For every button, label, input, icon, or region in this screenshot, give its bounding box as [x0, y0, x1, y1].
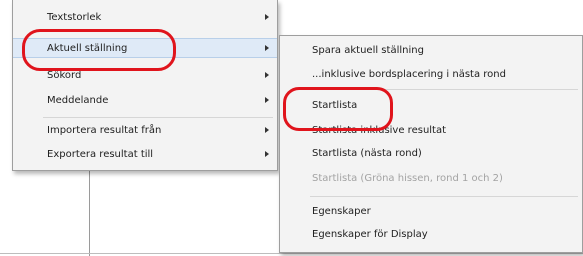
- menu-item-label: Startlista: [312, 100, 358, 111]
- menu-item-aktuell-stallning[interactable]: Aktuell ställning: [13, 38, 277, 58]
- menu-item-startlista-grona-hissen: Startlista (Gröna hissen, rond 1 och 2): [280, 169, 582, 189]
- window-border-bottom: [0, 253, 583, 254]
- menu-item-meddelande[interactable]: Meddelande: [13, 91, 277, 111]
- menu-item-exportera[interactable]: Exportera resultat till: [13, 145, 277, 165]
- submenu-arrow-icon: [265, 14, 269, 20]
- menu-item-egenskaper-for-display[interactable]: Egenskaper för Display: [280, 225, 582, 245]
- menu-item-importera[interactable]: Importera resultat från: [13, 121, 277, 141]
- menu-item-label: Startlista (Gröna hissen, rond 1 och 2): [312, 173, 503, 184]
- submenu-arrow-icon: [265, 45, 269, 51]
- menu-item-label: Egenskaper för Display: [312, 229, 428, 240]
- menu-item-spara-aktuell-stallning[interactable]: Spara aktuell ställning: [280, 41, 582, 61]
- menu-item-label: Aktuell ställning: [47, 43, 128, 54]
- menu-item-textstorlek[interactable]: Textstorlek: [13, 8, 277, 28]
- menu-separator: [310, 89, 578, 90]
- menu-item-label: Exportera resultat till: [47, 149, 154, 160]
- menu-item-label: Spara aktuell ställning: [312, 45, 424, 56]
- menu-separator: [310, 196, 578, 197]
- menu-item-sokord[interactable]: Sökord: [13, 66, 277, 86]
- menu-item-egenskaper[interactable]: Egenskaper: [280, 202, 582, 222]
- menu-item-label: Textstorlek: [47, 12, 102, 23]
- context-menu: Textstorlek Aktuell ställning Sökord Med…: [12, 0, 278, 171]
- menu-item-label: Startlista inklusive resultat: [312, 125, 447, 136]
- menu-item-startlista-nasta-rond[interactable]: Startlista (nästa rond): [280, 144, 582, 164]
- submenu-arrow-icon: [265, 72, 269, 78]
- menu-item-inklusive-bordsplacering[interactable]: ...inklusive bordsplacering i nästa rond: [280, 65, 582, 85]
- window-border-left: [89, 170, 90, 256]
- menu-item-startlista[interactable]: Startlista: [280, 96, 582, 116]
- submenu-arrow-icon: [265, 97, 269, 103]
- submenu-arrow-icon: [265, 151, 269, 157]
- menu-item-label: Startlista (nästa rond): [312, 148, 422, 159]
- menu-item-label: Sökord: [47, 70, 82, 81]
- menu-separator: [43, 117, 273, 118]
- menu-item-label: ...inklusive bordsplacering i nästa rond: [312, 69, 506, 80]
- menu-item-label: Importera resultat från: [47, 125, 162, 136]
- menu-item-label: Egenskaper: [312, 206, 371, 217]
- submenu-arrow-icon: [265, 127, 269, 133]
- menu-item-label: Meddelande: [47, 95, 109, 106]
- submenu-aktuell-stallning: Spara aktuell ställning ...inklusive bor…: [279, 35, 583, 253]
- menu-item-startlista-inklusive-resultat[interactable]: Startlista inklusive resultat: [280, 121, 582, 141]
